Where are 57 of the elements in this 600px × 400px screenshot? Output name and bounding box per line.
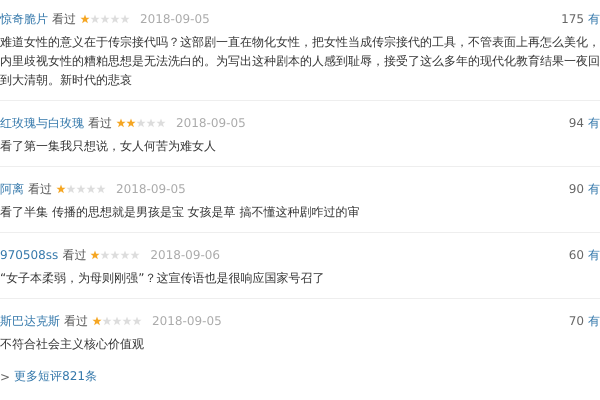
watch-status: 看过 [52, 10, 76, 28]
star-icon [136, 118, 146, 128]
star-icon [110, 250, 120, 260]
user-name[interactable]: 红玫瑰与白玫瑰 [0, 114, 84, 132]
arrow-icon: > [0, 370, 10, 384]
useful-link[interactable]: 有 [588, 246, 600, 264]
review-date: 2018-09-05 [116, 182, 186, 196]
star-icon [56, 184, 66, 194]
star-icon [120, 250, 130, 260]
review-text: “女子本柔弱，为母则刚强”？这宣传语也是很响应国家号召了 [0, 270, 326, 287]
review-text: 看了半集 传播的思想就是男孩是宝 女孩是草 搞不懂这种剧咋过的审 [0, 204, 360, 221]
vote-count: 175 [561, 12, 584, 26]
star-icon [110, 14, 120, 24]
watch-status: 看过 [88, 114, 112, 132]
star-icon [116, 118, 126, 128]
vote-count: 94 [568, 116, 584, 130]
useful-link[interactable]: 有 [588, 10, 600, 28]
star-icon [66, 184, 76, 194]
review-text: 看了第一集我只想说，女人何苦为难女人 [0, 138, 217, 155]
star-icon [86, 184, 96, 194]
review-date: 2018-09-06 [150, 248, 220, 262]
user-name[interactable]: 970508ss [0, 248, 58, 262]
useful-link[interactable]: 有 [588, 180, 600, 198]
watch-status: 看过 [28, 180, 52, 198]
useful-link[interactable]: 有 [588, 312, 600, 330]
more-reviews-link[interactable]: 更多短评821条 [14, 368, 97, 385]
star-icon [100, 14, 110, 24]
star-icon [130, 250, 140, 260]
star-icon [102, 316, 112, 326]
star-icon [120, 14, 130, 24]
star-icon [90, 250, 100, 260]
star-icon [122, 316, 132, 326]
star-icon [80, 14, 90, 24]
review-text: 不符合社会主义核心价值观 [0, 336, 145, 353]
vote-count: 90 [568, 182, 584, 196]
star-icon [100, 250, 110, 260]
star-icon [146, 118, 156, 128]
useful-link[interactable]: 有 [588, 114, 600, 132]
star-icon [90, 14, 100, 24]
watch-status: 看过 [64, 312, 88, 330]
user-name[interactable]: 阿离 [0, 180, 24, 198]
star-icon [126, 118, 136, 128]
vote-count: 60 [568, 248, 584, 262]
star-icon [96, 184, 106, 194]
review-date: 2018-09-05 [176, 116, 246, 130]
review-text: 难道女性的意义在于传宗接代吗？这部剧一直在物化女性，把女性当成传宗接代的工具，不管表面上再怎么美化，内里歧视女性的糟粕思想是无法洗白的。为写出这种剧本的人感到耻辱，接受了这么多年的现代化教育结果一夜回到大清朝。新时代的悲哀 [0, 34, 600, 89]
watch-status: 看过 [62, 246, 86, 264]
user-name[interactable]: 斯巴达克斯 [0, 312, 60, 330]
star-icon [132, 316, 142, 326]
review-date: 2018-09-05 [140, 12, 210, 26]
star-icon [92, 316, 102, 326]
user-name[interactable]: 惊奇脆片 [0, 10, 48, 28]
star-icon [76, 184, 86, 194]
star-icon [156, 118, 166, 128]
vote-count: 70 [568, 314, 584, 328]
review-date: 2018-09-05 [152, 314, 222, 328]
star-icon [112, 316, 122, 326]
